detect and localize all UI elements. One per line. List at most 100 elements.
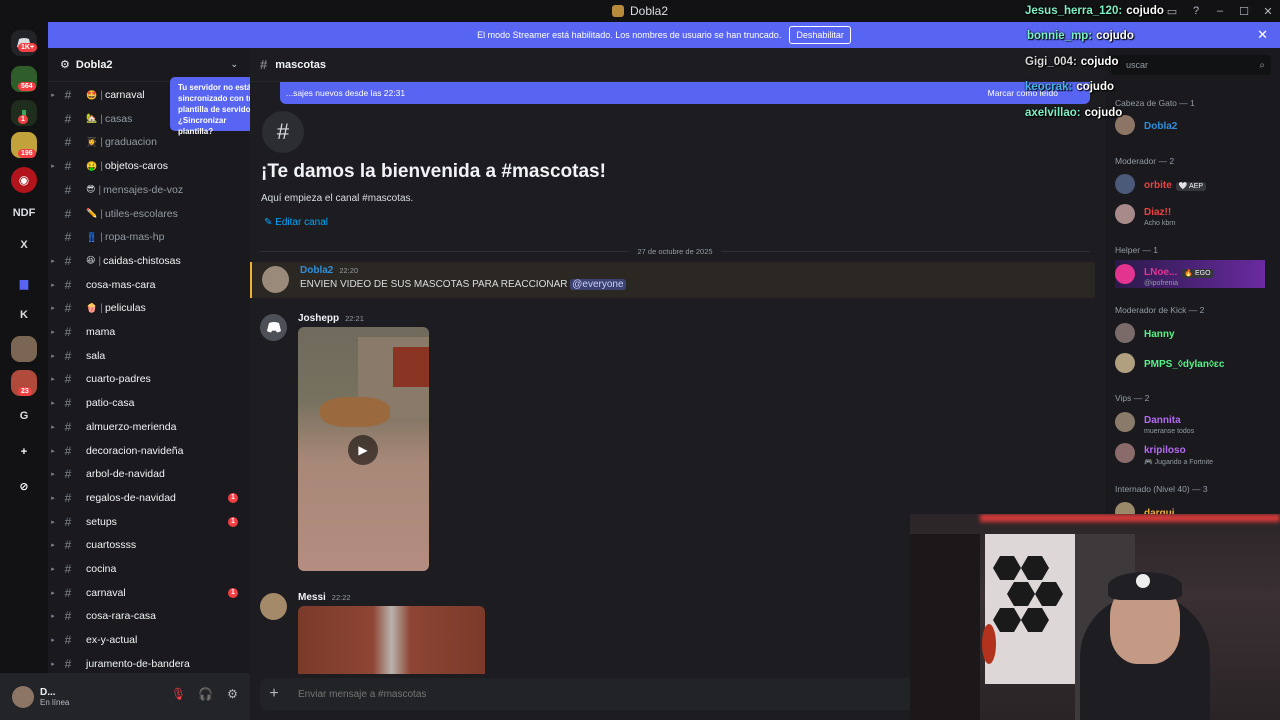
hash-icon: #	[64, 656, 72, 671]
role-header: Moderador de Kick — 2	[1115, 305, 1205, 315]
chat-message: cojudo	[1076, 81, 1115, 93]
channel-name: caidas-chistosas	[103, 254, 181, 267]
add-attachment-icon[interactable]: +	[260, 685, 288, 703]
hash-icon: #	[64, 182, 72, 197]
message-author[interactable]: Joshepp 22:21	[298, 313, 364, 324]
play-icon[interactable]: ▶	[348, 435, 378, 465]
caret-right-icon: ▸	[51, 637, 55, 645]
channel-item[interactable]: # 👩‍🎓 | graduacion	[48, 132, 250, 152]
message-input[interactable]	[298, 688, 858, 700]
help-icon[interactable]: ?	[1184, 5, 1208, 17]
separator: |	[100, 207, 103, 220]
edit-channel-link[interactable]: ✎ Editar canal	[264, 217, 328, 228]
server-g[interactable]: G	[11, 403, 37, 429]
hash-icon: #	[64, 419, 72, 434]
channel-item[interactable]: # 😎 | mensajes-de-voz	[48, 180, 250, 200]
server-x[interactable]: X	[11, 232, 37, 258]
hash-icon: #	[64, 325, 72, 339]
disable-streamer-button[interactable]: Deshabilitar	[789, 26, 851, 44]
mention-everyone[interactable]: @everyone	[570, 279, 626, 290]
discover-icon[interactable]: ⊘	[11, 473, 37, 499]
channel-item[interactable]: ▸ # cuartossss	[48, 535, 250, 555]
mic-muted-icon[interactable]: 🎙	[165, 687, 192, 701]
member-item[interactable]: Dobla2	[1115, 111, 1275, 139]
channel-emoji: 😎	[86, 184, 96, 195]
minimize-button[interactable]: –	[1208, 5, 1232, 17]
channel-item[interactable]: ▸ # 🤑 | objetos-caros	[48, 156, 250, 176]
hash-icon: #	[64, 562, 72, 576]
channel-name: regalos-de-navidad	[86, 491, 176, 504]
avatar[interactable]	[260, 593, 287, 620]
separator: |	[100, 160, 103, 173]
close-banner-icon[interactable]: ✕	[1257, 27, 1268, 43]
channel-sidebar: ⚙ Dobla2 ⌄ ▸ # 🤩 | carnaval # 🏡 | casas # 👩‍🎓 | grad…	[48, 48, 250, 673]
channel-item[interactable]: # ✏️ | utiles-escolares	[48, 204, 250, 224]
channel-item[interactable]: # 👖 | ropa-mas-hp	[48, 227, 250, 247]
chat-message: cojudo	[1084, 107, 1123, 119]
member-item[interactable]: LNoe... 🔥 EGO @ipofrenia	[1115, 260, 1265, 288]
hash-icon: #	[64, 609, 72, 624]
new-messages-bar[interactable]: ...sajes nuevos desde las 22:31 Marcar c…	[280, 82, 1090, 104]
folder-icon[interactable]: ▆	[11, 270, 37, 296]
separator: |	[98, 183, 102, 196]
chat-line: axelvillao: cojudo	[1025, 107, 1122, 119]
server-ndf[interactable]: NDF	[11, 200, 37, 226]
channel-item[interactable]: ▸ # cosa-rara-casa	[48, 606, 250, 626]
channel-item[interactable]: ▸ # cuarto-padres	[48, 369, 250, 389]
avatar[interactable]	[262, 266, 289, 293]
acoustic-panels	[990, 554, 1070, 634]
member-name: Dannita	[1144, 414, 1181, 426]
guild-badge-1: 564	[18, 82, 36, 91]
message-author[interactable]: Messi 22:22	[298, 592, 351, 603]
channel-name: ex-y-actual	[86, 634, 138, 647]
channel-item[interactable]: ▸ # cocina	[48, 559, 250, 579]
headphones-muted-icon[interactable]: 🎧	[192, 687, 219, 701]
channel-item[interactable]: ▸ # ex-y-actual	[48, 630, 250, 650]
channel-name: almuerzo-merienda	[86, 420, 177, 433]
member-item[interactable]: orbite 🤍 AEP	[1115, 170, 1275, 198]
video-attachment[interactable]: ▶	[298, 327, 429, 571]
member-item[interactable]: kripiloso 🎮 Jugando a Fortnite	[1115, 439, 1275, 467]
caret-right-icon: ▸	[51, 660, 55, 668]
channel-item[interactable]: ▸ # patio-casa	[48, 393, 250, 413]
member-item[interactable]: Diaz!! Acho kbrn	[1115, 200, 1275, 228]
maximize-button[interactable]: ☐	[1232, 5, 1256, 18]
chevron-down-icon[interactable]: ⌄	[230, 59, 238, 70]
channel-item[interactable]: ▸ # decoracion-navideña	[48, 441, 250, 461]
caret-right-icon: ▸	[51, 163, 55, 171]
avatar	[1115, 412, 1135, 432]
channel-emoji: 👩‍🎓	[86, 136, 98, 147]
hash-icon: #	[64, 443, 72, 458]
chat-message: cojudo	[1126, 5, 1164, 17]
app-root: Dobla2 ▭ ? – ☐ ✕ 1K+ 564 ▮ 1 196 ◉ NDF X…	[0, 0, 1280, 720]
channel-item[interactable]: ▸ # 🍿 | peliculas	[48, 298, 250, 318]
member-item[interactable]: Dannita mueranse todos	[1115, 408, 1275, 436]
channel-item[interactable]: ▸ # cosa-mas-cara	[48, 275, 250, 295]
image-attachment[interactable]	[298, 606, 485, 674]
close-window-button[interactable]: ✕	[1256, 5, 1280, 18]
message-author[interactable]: Dobla2 22:20	[300, 265, 358, 276]
server-gear-icon: ⚙	[60, 59, 70, 71]
server-icon[interactable]: ◉	[11, 167, 37, 193]
channel-item[interactable]: ▸ # carnaval 1	[48, 583, 250, 603]
channel-item[interactable]: ▸ # almuerzo-merienda	[48, 417, 250, 437]
search-icon: ⌕	[1259, 59, 1265, 71]
channel-item[interactable]: ▸ # mama	[48, 322, 250, 342]
avatar[interactable]	[260, 314, 287, 341]
add-server-icon[interactable]: +	[11, 439, 37, 465]
channel-item[interactable]: ▸ # sala	[48, 346, 250, 366]
channel-item[interactable]: ▸ # 😆 | caidas-chistosas	[48, 251, 250, 271]
avatar[interactable]	[12, 685, 34, 708]
channel-item[interactable]: ▸ # setups 1	[48, 512, 250, 532]
search-placeholder: uscar	[1126, 60, 1149, 70]
member-item[interactable]: Hanny	[1115, 319, 1275, 347]
member-item[interactable]: PMPS_◊dylan◊ɛc	[1115, 349, 1275, 377]
search-input[interactable]: uscar ⌕	[1111, 55, 1271, 75]
channel-item[interactable]: ▸ # juramento-de-bandera	[48, 654, 250, 674]
settings-icon[interactable]: ⚙	[219, 687, 246, 701]
server-k[interactable]: K	[11, 302, 37, 328]
server-icon[interactable]	[11, 336, 37, 362]
channel-item[interactable]: ▸ # arbol-de-navidad	[48, 464, 250, 484]
channel-item[interactable]: ▸ # regalos-de-navidad 1	[48, 488, 250, 508]
app-icon	[611, 5, 624, 17]
